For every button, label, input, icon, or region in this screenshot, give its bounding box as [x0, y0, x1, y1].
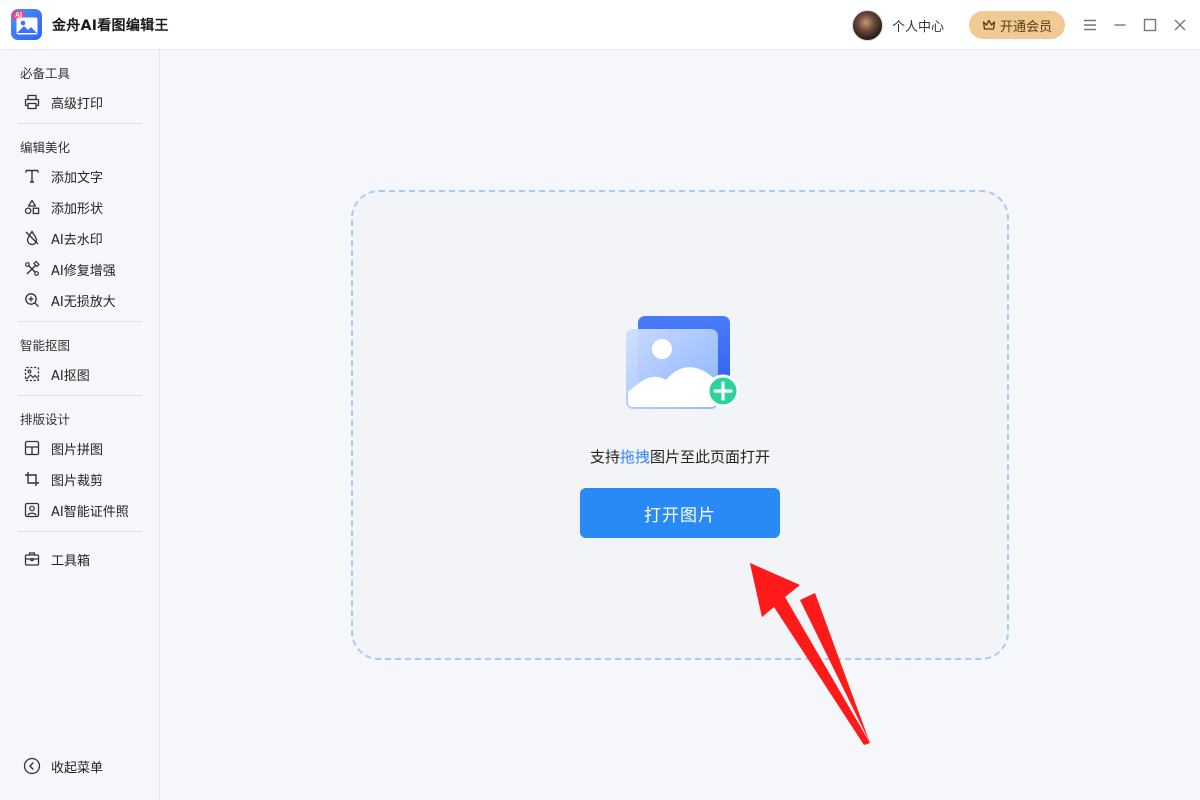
sidebar-divider	[18, 123, 142, 124]
drop-zone[interactable]: 支持拖拽图片至此页面打开 打开图片	[351, 190, 1009, 660]
shapes-icon	[22, 197, 42, 217]
sidebar-item-label: 图片裁剪	[51, 473, 104, 489]
collapse-menu-label: 收起菜单	[51, 760, 104, 776]
sidebar-item-ai-upscale[interactable]: AI无损放大	[22, 288, 147, 312]
section-title-edit: 编辑美化	[20, 140, 71, 155]
section-title-essential: 必备工具	[20, 66, 71, 81]
section-title-cutout: 智能抠图	[20, 338, 71, 353]
sidebar-item-label: 图片拼图	[51, 442, 104, 458]
section-title-layout: 排版设计	[20, 412, 71, 427]
sidebar-item-label: 高级打印	[51, 96, 104, 112]
printer-icon	[22, 92, 42, 112]
drop-hint: 支持拖拽图片至此页面打开	[353, 446, 1007, 467]
drop-hint-prefix: 支持	[589, 448, 620, 466]
minimize-icon	[1114, 24, 1126, 26]
maximize-button[interactable]	[1140, 15, 1160, 35]
watermark-drop-icon	[22, 228, 42, 248]
zoom-in-icon	[22, 290, 42, 310]
sidebar-item-label: 添加文字	[51, 170, 104, 186]
minimize-button[interactable]	[1110, 15, 1130, 35]
id-photo-icon	[22, 500, 42, 520]
maximize-icon	[1143, 18, 1157, 32]
sidebar-item-label: AI修复增强	[51, 263, 116, 279]
sidebar-item-add-text[interactable]: 添加文字	[22, 164, 147, 188]
text-icon	[22, 166, 42, 186]
menu-button[interactable]	[1080, 15, 1100, 35]
drop-hint-suffix: 图片至此页面打开	[650, 448, 771, 466]
sidebar-item-ai-repair[interactable]: AI修复增强	[22, 257, 147, 281]
cutout-image-icon	[22, 364, 42, 384]
add-image-icon	[626, 316, 740, 409]
sidebar-divider	[18, 531, 142, 532]
sidebar-item-advanced-print[interactable]: 高级打印	[22, 90, 147, 114]
title-bar: AI 金舟AI看图编辑王 个人中心 开通会员	[0, 0, 1200, 50]
sidebar-item-ai-id-photo[interactable]: AI智能证件照	[22, 498, 147, 522]
crown-icon	[982, 19, 996, 30]
sidebar-item-label: AI无损放大	[51, 294, 116, 310]
hamburger-icon	[1084, 19, 1096, 31]
vip-button-label: 开通会员	[999, 19, 1052, 35]
sidebar-item-ai-cutout[interactable]: AI抠图	[22, 362, 147, 386]
toolbox-icon	[22, 549, 42, 569]
sidebar-item-crop[interactable]: 图片裁剪	[22, 467, 147, 491]
image-icon	[16, 17, 38, 35]
collapse-menu-button[interactable]: 收起菜单	[22, 754, 147, 778]
sidebar-item-label: 工具箱	[51, 553, 91, 569]
sidebar-item-collage[interactable]: 图片拼图	[22, 436, 147, 460]
sidebar-item-label: AI智能证件照	[51, 504, 129, 520]
sidebar-item-toolbox[interactable]: 工具箱	[22, 547, 147, 571]
sidebar: 必备工具 高级打印 编辑美化 添加文字 添加形状 AI去水印 AI修复增强 AI…	[0, 50, 160, 800]
main-area: 支持拖拽图片至此页面打开 打开图片	[161, 50, 1200, 800]
vip-button[interactable]: 开通会员	[969, 11, 1065, 39]
sidebar-item-add-shape[interactable]: 添加形状	[22, 195, 147, 219]
sidebar-divider	[18, 395, 142, 396]
user-center-link[interactable]: 个人中心	[892, 16, 944, 35]
drop-hint-highlight: 拖拽	[619, 448, 650, 466]
sidebar-item-label: AI去水印	[51, 232, 103, 248]
app-title: 金舟AI看图编辑王	[52, 18, 169, 34]
crop-icon	[22, 469, 42, 489]
sidebar-item-ai-remove-watermark[interactable]: AI去水印	[22, 226, 147, 250]
app-logo: AI	[11, 9, 42, 40]
sidebar-divider	[18, 321, 142, 322]
repair-tools-icon	[22, 259, 42, 279]
close-icon	[1174, 19, 1186, 31]
collage-icon	[22, 438, 42, 458]
open-image-button[interactable]: 打开图片	[580, 488, 780, 538]
sidebar-item-label: 添加形状	[51, 201, 104, 217]
chevron-left-circle-icon	[22, 756, 42, 776]
avatar[interactable]	[852, 10, 883, 41]
sidebar-item-label: AI抠图	[51, 368, 90, 384]
close-button[interactable]	[1170, 15, 1190, 35]
